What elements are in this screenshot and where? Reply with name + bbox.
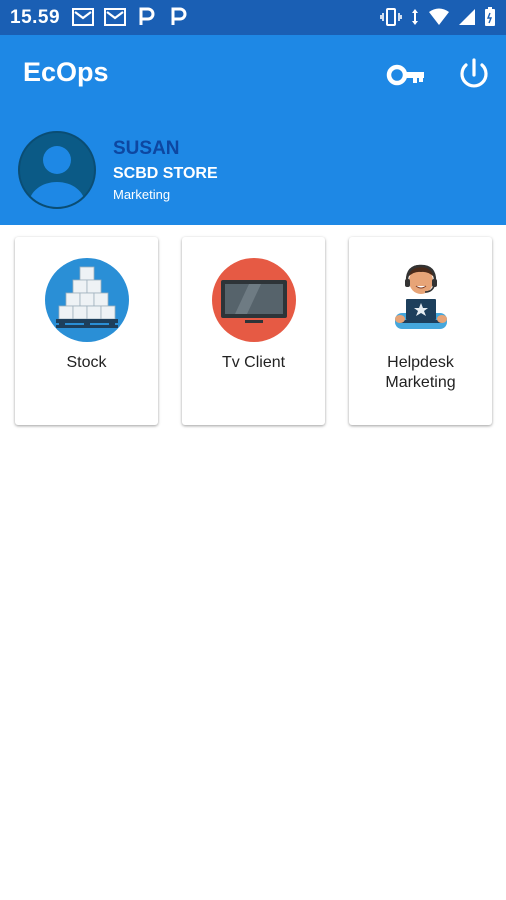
card-label-line: Marketing [385, 374, 456, 391]
battery-icon [485, 7, 495, 26]
tv-client-card[interactable]: Tv Client [182, 237, 325, 425]
app-title: EcOps [23, 57, 109, 87]
helpdesk-agent-icon [395, 264, 447, 329]
tv-icon [212, 258, 296, 342]
system-icons [380, 7, 496, 27]
app-header: EcOps SUSAN SCBD STORE Marketing [0, 35, 506, 225]
status-bar: 15.59 [0, 0, 506, 35]
notification-icons [72, 7, 190, 27]
gmail-icon [72, 8, 94, 26]
user-name: SUSAN [113, 138, 180, 159]
status-time: 15.59 [10, 7, 61, 28]
card-label-line: Stock [66, 354, 107, 371]
card-label-helpdesk-marketing: Helpdesk Marketing [349, 353, 492, 393]
power-icon[interactable] [454, 55, 494, 95]
data-arrows-icon [412, 9, 418, 25]
avatar [18, 131, 96, 209]
vibrate-icon [380, 8, 402, 26]
wifi-icon [429, 8, 449, 25]
gmail-icon [104, 8, 126, 26]
card-label-stock: Stock [15, 353, 158, 373]
user-department: Marketing [113, 187, 171, 202]
parking-p-icon [171, 7, 187, 25]
card-label-line: Helpdesk [387, 354, 454, 371]
warehouse-boxes-icon [45, 258, 129, 342]
helpdesk-marketing-card[interactable]: Helpdesk Marketing [349, 237, 492, 425]
parking-p-icon [139, 7, 155, 25]
user-store: SCBD STORE [113, 165, 218, 182]
key-icon[interactable] [386, 57, 426, 93]
card-label-line: Tv Client [221, 354, 286, 371]
signal-icon [459, 9, 475, 25]
card-label-tv-client: Tv Client [182, 353, 325, 373]
stock-card[interactable]: Stock [15, 237, 158, 425]
